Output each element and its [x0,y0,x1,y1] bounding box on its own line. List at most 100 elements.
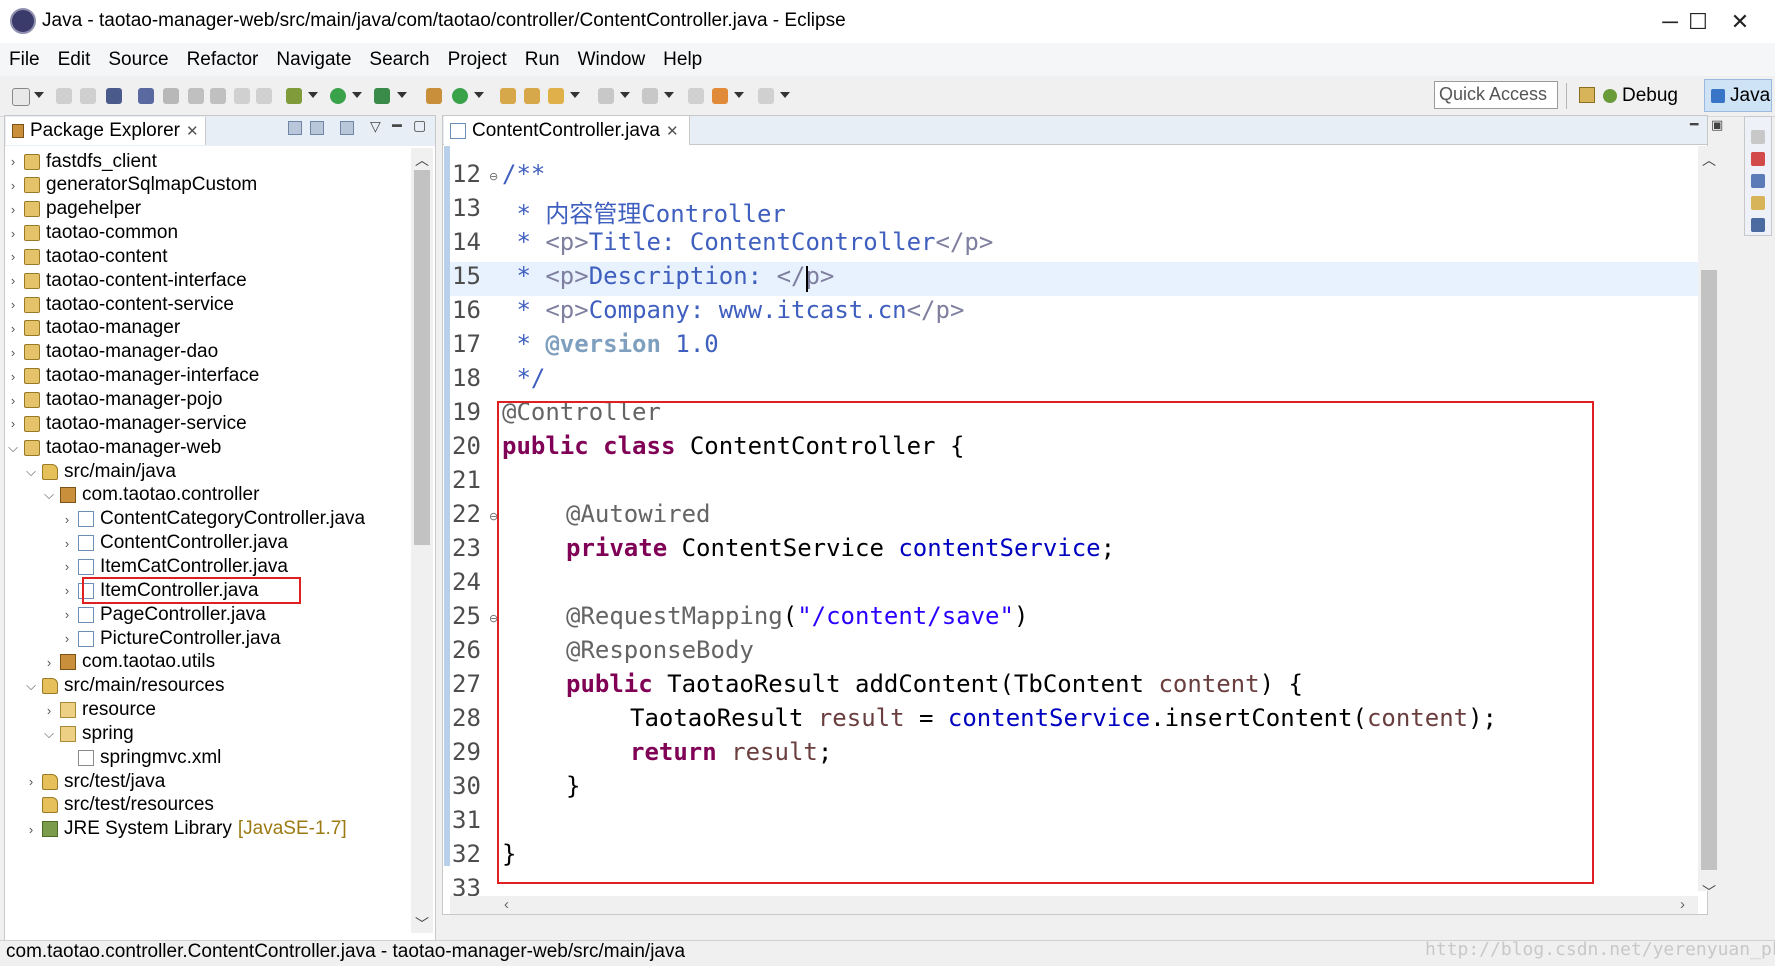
menu-help[interactable]: Help [654,49,711,71]
javadoc-view-icon[interactable] [1751,174,1765,188]
chevron-right-icon[interactable]: › [42,703,56,718]
tab-package-explorer[interactable]: Package Explorer ✕ [6,117,206,145]
skip-breakpoints-icon[interactable] [188,88,204,104]
chevron-down-icon[interactable]: ⌵ [24,678,38,694]
forward-icon[interactable] [758,88,774,104]
quick-access-input[interactable]: Quick Access [1434,81,1558,109]
collapse-all-icon[interactable] [288,121,302,135]
chevron-down-icon[interactable] [474,92,484,98]
external-tools-icon[interactable] [374,88,390,104]
code-line-16[interactable]: * <p>Company: www.itcast.cn</p> [502,296,964,324]
open-project-icon[interactable] [500,88,516,104]
back-icon[interactable] [712,88,728,104]
chevron-down-icon[interactable] [352,92,362,98]
link-with-editor-icon[interactable] [310,121,324,135]
chevron-right-icon[interactable]: › [6,416,20,431]
last-edit-location-icon[interactable] [688,88,704,104]
editor-horizontal-scrollbar[interactable] [450,896,1698,914]
menu-run[interactable]: Run [516,49,569,71]
menu-project[interactable]: Project [439,49,516,71]
editor-vertical-scroll-thumb[interactable] [1701,270,1717,870]
declaration-view-icon[interactable] [1751,196,1765,210]
close-icon[interactable]: ✕ [186,122,199,140]
chevron-right-icon[interactable]: › [6,297,20,312]
close-icon[interactable]: ✕ [666,122,679,140]
chevron-right-icon[interactable]: › [24,774,38,789]
chevron-down-icon[interactable]: ⌵ [42,726,56,742]
new-java-package-icon[interactable] [426,88,442,104]
chevron-down-icon[interactable]: ⌵ [42,487,56,503]
chevron-right-icon[interactable]: › [60,559,74,574]
chevron-right-icon[interactable]: › [6,178,20,193]
restore-icon[interactable] [1751,130,1765,144]
menu-edit[interactable]: Edit [49,49,100,71]
chevron-down-icon[interactable] [397,92,407,98]
minimize-editor-icon[interactable]: ━ [1690,116,1698,133]
new-icon[interactable] [12,88,30,106]
menu-navigate[interactable]: Navigate [267,49,360,71]
chevron-right-icon[interactable]: › [6,369,20,384]
code-line-13[interactable]: * 内容管理Controller [502,194,785,229]
code-line-17[interactable]: * @version 1.0 [502,330,718,358]
code-line-12[interactable]: /** [502,160,545,188]
scroll-up-icon[interactable]: ︿ [411,150,433,170]
chevron-right-icon[interactable]: › [60,536,74,551]
chevron-right-icon[interactable]: › [6,273,20,288]
debug-icon[interactable] [286,88,302,104]
scroll-up-icon[interactable]: ︿ [1698,150,1720,170]
chevron-right-icon[interactable]: › [6,226,20,241]
package-explorer-scroll-thumb[interactable] [414,170,430,545]
previous-annotation-icon[interactable] [642,88,658,104]
chevron-down-icon[interactable] [570,92,580,98]
search-icon[interactable] [548,88,564,104]
chevron-right-icon[interactable]: › [60,631,74,646]
perspective-debug-button[interactable]: Debug [1603,81,1678,111]
toggle-breakpoint-icon[interactable] [163,88,179,104]
perspective-java-button[interactable]: Java [1704,79,1772,112]
scroll-right-icon[interactable]: › [1680,896,1685,913]
resume-icon[interactable] [234,88,250,104]
save-all-icon[interactable] [80,88,96,104]
chevron-right-icon[interactable]: › [60,607,74,622]
chevron-down-icon[interactable] [780,92,790,98]
open-perspective-icon[interactable] [1579,87,1595,103]
chevron-right-icon[interactable]: › [6,345,20,360]
run-icon[interactable] [330,88,346,104]
chevron-right-icon[interactable]: › [6,393,20,408]
suspend-icon[interactable] [256,88,272,104]
new-java-class-icon[interactable] [452,88,468,104]
open-type-icon[interactable] [138,88,154,104]
minimize-view-icon[interactable]: ━ [392,116,402,136]
chevron-down-icon[interactable] [734,92,744,98]
menu-source[interactable]: Source [99,49,177,71]
chevron-right-icon[interactable]: › [6,154,20,169]
chevron-right-icon[interactable]: › [60,583,74,598]
chevron-down-icon[interactable] [308,92,318,98]
menu-refactor[interactable]: Refactor [178,49,268,71]
code-line-14[interactable]: * <p>Title: ContentController</p> [502,228,993,256]
menu-search[interactable]: Search [360,49,438,71]
code-line-15[interactable]: * <p>Description: </p> [502,262,834,290]
edit-icon[interactable] [210,88,226,104]
chevron-down-icon[interactable] [34,92,44,98]
console-view-icon[interactable] [1751,218,1765,232]
maximize-editor-icon[interactable]: ▣ [1711,117,1723,133]
tab-contentcontroller-java[interactable]: ContentController.java ✕ [444,116,690,145]
scroll-down-icon[interactable]: ﹀ [411,914,433,934]
chevron-right-icon[interactable]: › [6,249,20,264]
chevron-right-icon[interactable]: › [42,655,56,670]
chevron-down-icon[interactable] [664,92,674,98]
scroll-down-icon[interactable]: ﹀ [1698,882,1720,902]
view-menu-icon[interactable] [340,121,354,135]
close-window-button[interactable]: ✕ [1710,0,1770,43]
chevron-down-icon[interactable]: ⌵ [24,464,38,480]
menu-window[interactable]: Window [569,49,655,71]
next-annotation-icon[interactable] [598,88,614,104]
maximize-view-icon[interactable]: ▢ [413,117,426,134]
chevron-down-icon[interactable] [620,92,630,98]
save-icon[interactable] [56,88,72,104]
menu-file[interactable]: File [0,49,49,71]
terminal-icon[interactable] [106,88,122,104]
chevron-right-icon[interactable]: › [24,822,38,837]
problems-view-icon[interactable] [1751,152,1765,166]
